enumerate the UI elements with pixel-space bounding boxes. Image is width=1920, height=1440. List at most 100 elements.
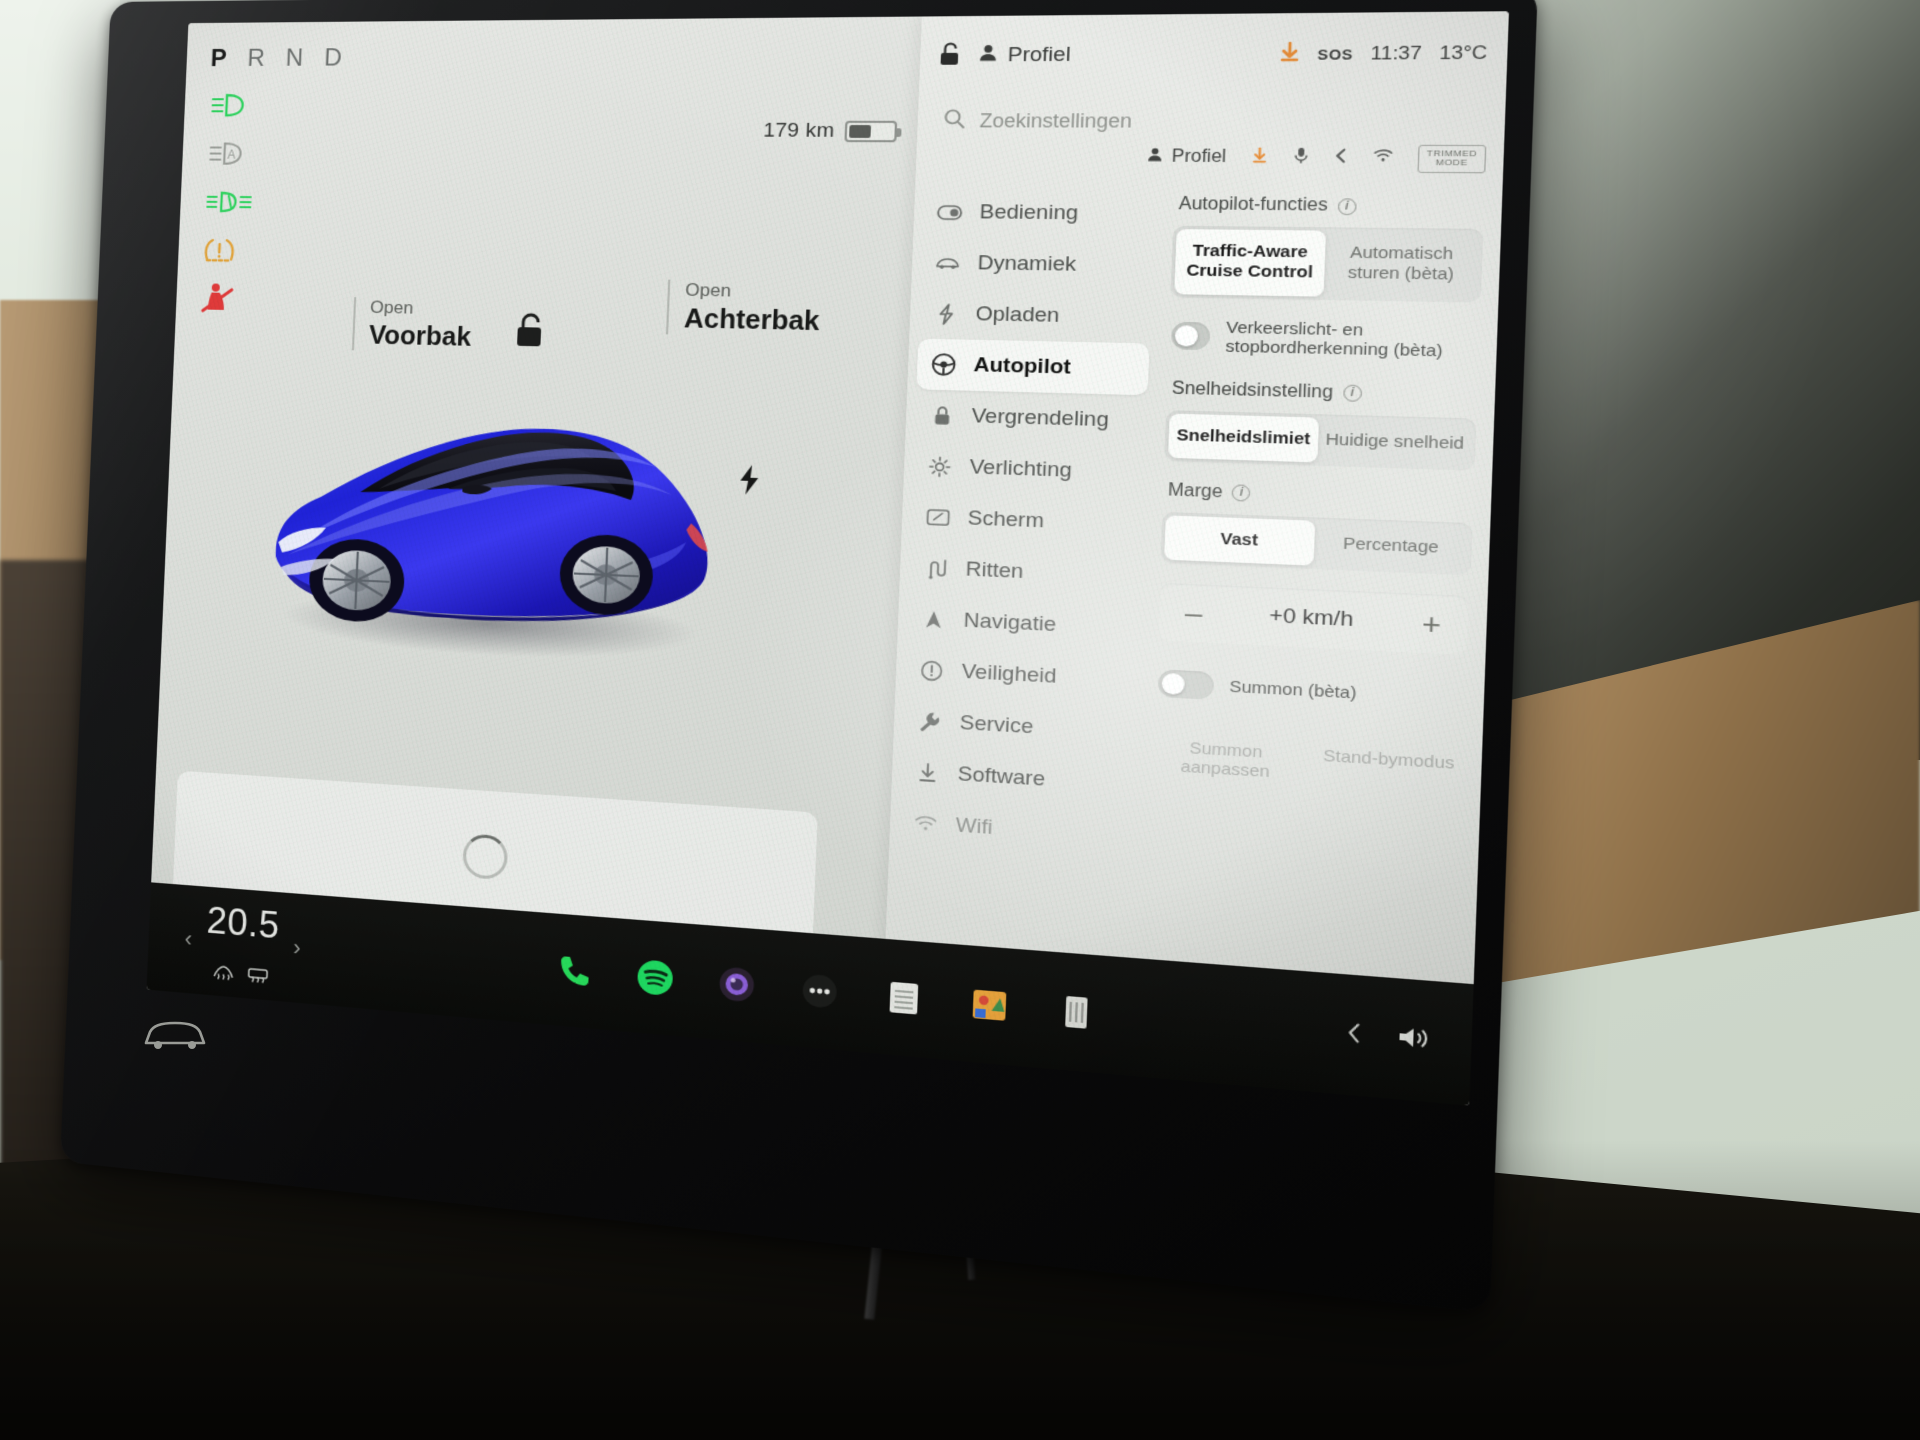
margin-segmented-control[interactable]: Vast Percentage xyxy=(1160,511,1473,576)
vehicle-model-badge: TRIMMED MODE xyxy=(1417,144,1487,174)
back-icon[interactable] xyxy=(1333,148,1349,169)
steering-wheel-icon xyxy=(931,352,957,377)
search-placeholder: Zoekinstellingen xyxy=(979,109,1133,132)
summon-customize-button[interactable]: Summon aanpassen xyxy=(1152,726,1300,795)
info-icon-speed-setting[interactable]: i xyxy=(1342,384,1362,402)
option-fixed[interactable]: Vast xyxy=(1164,515,1316,566)
phone-app-icon[interactable] xyxy=(550,946,599,996)
sidebar-item-scherm[interactable]: Scherm xyxy=(910,491,1143,551)
autopilot-functions-title: Autopilot-functies xyxy=(1178,194,1329,215)
sidebar-item-vergrendeling[interactable]: Vergrendeling xyxy=(914,389,1147,447)
road-icon xyxy=(923,557,949,580)
sidebar-label-opladen: Opladen xyxy=(975,302,1060,327)
sidebar-label-verlichting: Verlichting xyxy=(969,455,1073,482)
wifi-icon[interactable] xyxy=(1373,148,1394,168)
speed-setting-title: Snelheidsinstelling xyxy=(1171,378,1334,402)
panel-profile-button[interactable]: Profiel xyxy=(1145,147,1227,169)
range-indicator: 179 km xyxy=(763,120,898,144)
dock-app-icons[interactable] xyxy=(497,942,1163,1044)
frunk-control[interactable]: Open Voorbak xyxy=(351,297,473,354)
tesla-touchscreen[interactable]: P R N D A 179 km Open Voorbak Open Achte… xyxy=(60,0,1538,1313)
sidebar-item-opladen[interactable]: Opladen xyxy=(918,288,1151,344)
sidebar-label-ritten: Ritten xyxy=(965,557,1024,583)
climate-controls[interactable]: ‹ 20.5 › xyxy=(147,894,499,1008)
profile-button[interactable]: Profiel xyxy=(977,42,1071,69)
defrost-rear-icon[interactable] xyxy=(247,965,270,988)
speed-setting-segmented-control[interactable]: Snelheidslimiet Huidige snelheid xyxy=(1164,409,1477,471)
search-settings-field[interactable]: Zoekinstellingen xyxy=(942,97,1478,145)
navigation-arrow-icon xyxy=(921,608,947,631)
dock-right-controls[interactable] xyxy=(1162,1003,1472,1061)
summon-buttons-row[interactable]: Summon aanpassen Stand-bymodus xyxy=(1152,726,1465,805)
sidebar-item-dynamiek[interactable]: Dynamiek xyxy=(920,237,1153,291)
defrost-front-icon[interactable] xyxy=(212,962,235,985)
defrost-buttons[interactable] xyxy=(212,962,269,988)
option-percentage[interactable]: Percentage xyxy=(1314,521,1469,572)
clock-time: 11:37 xyxy=(1370,42,1423,64)
display-icon xyxy=(925,507,951,527)
more-apps-icon[interactable] xyxy=(794,965,846,1017)
traffic-light-recognition-label: Verkeerslicht- en stopbordherkenning (bè… xyxy=(1225,317,1443,361)
margin-increase-button[interactable]: + xyxy=(1421,607,1441,642)
margin-decrease-button[interactable]: – xyxy=(1184,596,1203,630)
software-download-icon[interactable] xyxy=(1278,40,1301,68)
settings-panel[interactable]: Profiel SOS 11:37 13°C Zoekinstellingen … xyxy=(882,11,1509,1060)
car-side-icon xyxy=(935,255,961,270)
microphone-icon[interactable] xyxy=(1293,147,1310,170)
screen-display-area[interactable]: P R N D A 179 km Open Voorbak Open Achte… xyxy=(146,11,1509,1106)
autopilot-settings-content[interactable]: Autopilot-functies i Traffic-Aware Cruis… xyxy=(1133,179,1503,1059)
option-traffic-aware-cruise-control[interactable]: Traffic-Aware Cruise Control xyxy=(1174,229,1326,297)
panel-download-icon[interactable] xyxy=(1250,146,1269,169)
margin-stepper[interactable]: – +0 km/h + xyxy=(1157,582,1470,656)
temp-increase-chevron[interactable]: › xyxy=(293,934,302,961)
camera-app-icon[interactable] xyxy=(711,959,762,1010)
frunk-action-label: Open xyxy=(369,297,414,318)
settings-panel-header: Profiel TRIMMED MODE xyxy=(1145,144,1487,174)
speed-setting-title-row: Snelheidsinstelling i xyxy=(1171,379,1477,407)
volume-icon[interactable] xyxy=(1395,1022,1434,1058)
sidebar-item-verlichting[interactable]: Verlichting xyxy=(912,440,1145,499)
badge-line-2: MODE xyxy=(1435,157,1468,169)
calendar-app-icon[interactable] xyxy=(878,972,930,1024)
sidebar-item-bediening[interactable]: Bediening xyxy=(922,187,1155,240)
info-icon-margin[interactable]: i xyxy=(1231,484,1251,503)
spotify-app-icon[interactable] xyxy=(630,952,680,1003)
profile-label: Profiel xyxy=(1007,43,1072,67)
summon-toggle[interactable] xyxy=(1157,669,1215,701)
unlock-icon-statusbar[interactable] xyxy=(938,40,962,71)
toybox-app-icon[interactable] xyxy=(963,979,1016,1031)
option-speed-limit[interactable]: Snelheidslimiet xyxy=(1167,413,1320,463)
frunk-name-label: Voorbak xyxy=(368,320,472,353)
tacc-line-1: Traffic-Aware xyxy=(1192,241,1309,262)
theater-app-icon[interactable] xyxy=(1049,986,1103,1039)
sidebar-item-autopilot[interactable]: Autopilot xyxy=(916,338,1150,396)
trunk-name-label: Achterbak xyxy=(683,304,821,337)
temp-decrease-chevron[interactable]: ‹ xyxy=(184,926,192,953)
car-front-icon[interactable] xyxy=(140,1015,210,1060)
option-autosteer-beta[interactable]: Automatisch sturen (bèta) xyxy=(1324,231,1480,299)
option-current-speed[interactable]: Huidige snelheid xyxy=(1317,417,1472,467)
unlock-icon[interactable] xyxy=(512,310,546,355)
settings-sidebar[interactable]: Bediening Dynamiek Opladen Autopilot Ver… xyxy=(883,178,1166,1032)
trunk-control[interactable]: Open Achterbak xyxy=(665,279,822,338)
outside-temperature: 13°C xyxy=(1438,41,1488,64)
svg-text:A: A xyxy=(227,147,236,161)
summon-label: Summon (bèta) xyxy=(1229,677,1357,704)
summon-row[interactable]: Summon (bèta) xyxy=(1157,669,1467,713)
sidebar-label-dynamiek: Dynamiek xyxy=(977,251,1077,276)
standby-mode-button[interactable]: Stand-bymodus xyxy=(1312,735,1464,805)
traffic-light-recognition-toggle[interactable] xyxy=(1170,321,1211,351)
autopilot-functions-segmented-control[interactable]: Traffic-Aware Cruise Control Automatisch… xyxy=(1170,225,1484,303)
tacc-line-2: Cruise Control xyxy=(1186,261,1314,283)
chevron-left-icon[interactable] xyxy=(1345,1020,1363,1050)
sidebar-label-navigatie: Navigatie xyxy=(963,608,1057,636)
toggle-switch-icon xyxy=(937,204,963,219)
autosteer-label: Automatisch sturen (bèta) xyxy=(1347,243,1455,285)
info-icon-autopilot-functions[interactable]: i xyxy=(1337,197,1357,215)
traffic-light-stop-sign-control-row[interactable]: Verkeerslicht- en stopbordherkenning (bè… xyxy=(1170,317,1480,361)
gear-r: R xyxy=(246,44,273,72)
cabin-temperature-value[interactable]: 20.5 xyxy=(206,898,281,947)
vehicle-visualization-pane[interactable]: P R N D A 179 km Open Voorbak Open Achte… xyxy=(148,16,922,1011)
sos-button[interactable]: SOS xyxy=(1317,46,1353,63)
sidebar-label-autopilot: Autopilot xyxy=(973,353,1072,379)
